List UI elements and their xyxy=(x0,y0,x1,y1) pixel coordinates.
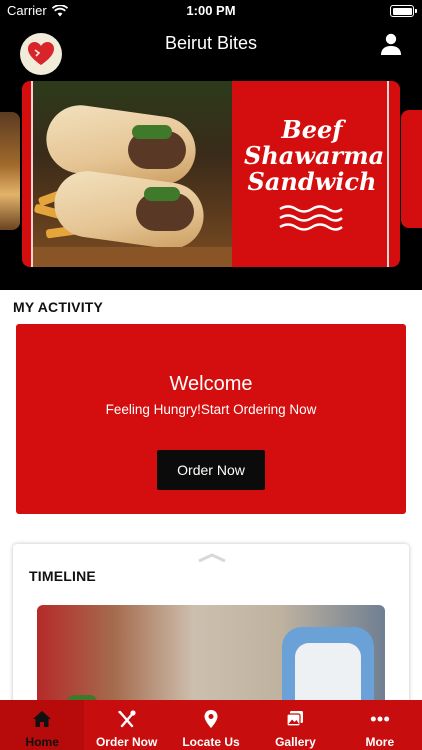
welcome-title: Welcome xyxy=(169,373,253,395)
carousel-next-slide[interactable] xyxy=(401,110,422,228)
waves-icon xyxy=(279,205,343,231)
status-bar: Carrier 1:00 PM xyxy=(0,0,422,22)
app-title: Beirut Bites xyxy=(164,33,258,53)
gallery-icon xyxy=(286,711,304,727)
tab-home[interactable]: Home xyxy=(0,700,85,750)
utensils-icon xyxy=(117,710,136,728)
banner-title-line: Sandwich xyxy=(247,167,377,196)
banner-divider xyxy=(31,81,33,267)
banner-title-line: Beef xyxy=(281,115,343,144)
tab-gallery[interactable]: Gallery xyxy=(253,700,337,750)
battery-icon xyxy=(390,5,417,17)
tab-more[interactable]: More xyxy=(338,700,422,750)
welcome-card: Welcome Feeling Hungry!Start Ordering No… xyxy=(16,324,406,514)
chevron-up-icon[interactable] xyxy=(197,552,227,562)
tab-label: Home xyxy=(25,735,59,749)
welcome-subtitle: Feeling Hungry!Start Ordering Now xyxy=(105,402,317,417)
tab-label: Gallery xyxy=(275,735,316,749)
user-icon[interactable] xyxy=(379,32,403,56)
header-area: Carrier 1:00 PM Beirut Bites Beef Shawar… xyxy=(0,0,422,290)
banner-title: Beef Shawarma Sandwich xyxy=(244,115,385,196)
status-time: 1:00 PM xyxy=(186,3,236,18)
banner-divider xyxy=(387,81,389,267)
bottom-tab-bar: Home Order Now Locate Us Gallery More xyxy=(0,700,422,750)
carousel-prev-slide[interactable] xyxy=(0,112,20,230)
tab-label: More xyxy=(365,735,395,749)
tab-order-now[interactable]: Order Now xyxy=(84,700,168,750)
home-icon xyxy=(33,711,52,727)
tab-label: Order Now xyxy=(95,735,158,749)
timeline-heading: TIMELINE xyxy=(29,568,96,584)
my-activity-heading: MY ACTIVITY xyxy=(13,299,104,315)
banner-title-line: Shawarma xyxy=(244,141,385,170)
tab-label: Locate Us xyxy=(182,735,240,749)
order-now-button[interactable]: Order Now xyxy=(157,450,265,490)
promo-banner[interactable]: Beef Shawarma Sandwich xyxy=(22,81,400,267)
map-pin-icon xyxy=(204,710,218,728)
shawarma-photo xyxy=(32,81,232,267)
tab-locate-us[interactable]: Locate Us xyxy=(169,700,253,750)
more-dots-icon xyxy=(370,716,389,722)
